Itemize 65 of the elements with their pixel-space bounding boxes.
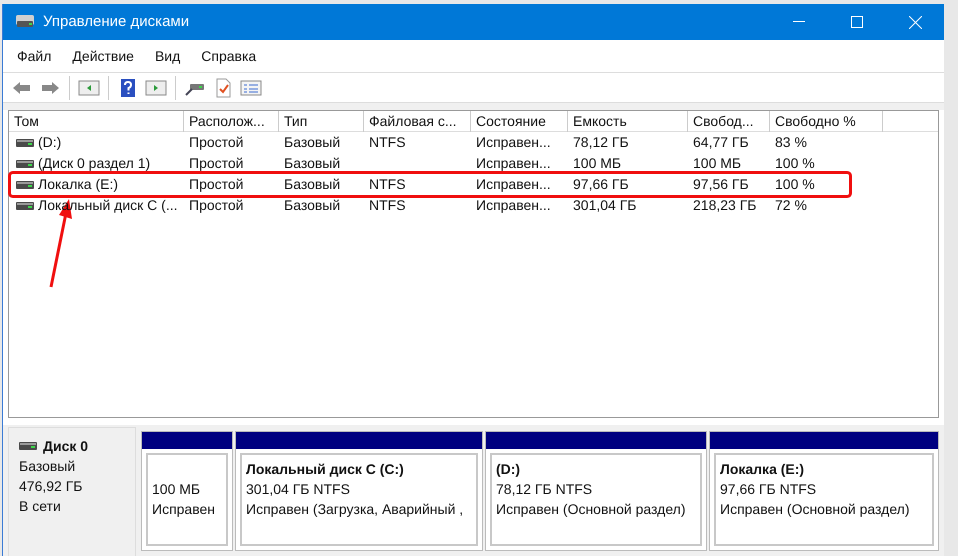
partition-name: Локалка (E:) xyxy=(720,460,806,479)
menu-item[interactable]: Действие xyxy=(72,46,134,66)
table-cell-text: 64,77 ГБ xyxy=(692,133,750,152)
table-cell-text: Простой xyxy=(188,154,244,173)
table-cell-text: 97,66 ГБ xyxy=(572,175,630,194)
table-row[interactable]: (Диск 0 раздел 1) Простой Базовый Исправен... 100 МБ 100 МБ 100 % xyxy=(11,153,849,174)
disk-name: Диск 0 xyxy=(43,437,88,456)
menu-item[interactable]: Справка xyxy=(201,46,256,66)
partition-status: Исправен xyxy=(152,500,216,519)
table-cell-text: 100 % xyxy=(774,175,816,194)
partition-status: Исправен (Основной раздел) xyxy=(496,500,686,519)
table-cell-text: Исправен... xyxy=(475,133,552,152)
table-cell-text: NTFS xyxy=(368,133,407,152)
column-header[interactable]: Свобод... xyxy=(688,111,770,132)
disk-size: 476,92 ГБ xyxy=(19,477,84,496)
table-cell: (D:) xyxy=(11,132,184,153)
column-header[interactable]: Свободно % xyxy=(770,111,883,132)
column-header[interactable]: Тип xyxy=(279,111,364,132)
partition-size: 100 МБ xyxy=(152,480,202,499)
table-cell: (Диск 0 раздел 1) xyxy=(11,153,184,174)
table-row[interactable]: Локалка (E:) Простой Базовый NTFS Исправен... 97,66 ГБ 97,56 ГБ 100 % xyxy=(11,174,849,195)
disk-status: В сети xyxy=(19,497,62,516)
partition-block[interactable]: 100 МБ Исправен xyxy=(141,431,233,551)
column-header[interactable]: Располож... xyxy=(184,111,279,132)
table-cell-text: Базовый xyxy=(283,133,342,152)
table-cell-text: Простой xyxy=(188,175,244,194)
disk-type: Базовый xyxy=(19,457,76,476)
partition-block[interactable]: Локальный диск C (C:) 301,04 ГБ NTFS Исправен (Загрузка, Аварийный , xyxy=(235,431,483,551)
table-cell-text: 83 % xyxy=(774,133,808,152)
table-cell-text: Простой xyxy=(188,133,244,152)
column-header[interactable]: Том xyxy=(9,111,184,132)
table-cell-text: 218,23 ГБ xyxy=(692,196,758,215)
table-cell-text: 97,56 ГБ xyxy=(692,175,750,194)
table-cell-text: Исправен... xyxy=(475,175,552,194)
table-cell-text: Исправен... xyxy=(475,196,552,215)
menu-item[interactable]: Вид xyxy=(154,46,180,66)
partition-size: 78,12 ГБ NTFS xyxy=(496,480,594,499)
window-title: Управление дисками xyxy=(43,12,190,32)
table-cell-text: 78,12 ГБ xyxy=(572,133,630,152)
table-cell-text: Простой xyxy=(188,196,244,215)
table-cell-text: NTFS xyxy=(368,196,407,215)
table-cell-text: NTFS xyxy=(368,175,407,194)
table-cell: Локалка (E:) xyxy=(11,174,184,195)
table-cell-text: 100 МБ xyxy=(692,154,742,173)
partition-block[interactable]: Локалка (E:) 97,66 ГБ NTFS Исправен (Основной раздел) xyxy=(709,431,939,551)
column-header[interactable]: Файловая с... xyxy=(364,111,471,132)
partition-status: Исправен (Загрузка, Аварийный , xyxy=(246,500,464,519)
partition-name: (D:) xyxy=(496,460,522,479)
table-cell-text: Исправен... xyxy=(475,154,552,173)
table-cell-text: Базовый xyxy=(283,175,342,194)
table-cell-text: 100 % xyxy=(774,154,816,173)
table-row[interactable]: (D:) Простой Базовый NTFS Исправен... 78,12 ГБ 64,77 ГБ 83 % xyxy=(11,132,849,153)
partition-name: Локальный диск C (C:) xyxy=(246,460,405,479)
table-cell-text: 301,04 ГБ xyxy=(572,196,638,215)
partition-size: 97,66 ГБ NTFS xyxy=(720,480,818,499)
partition-block[interactable]: (D:) 78,12 ГБ NTFS Исправен (Основной раздел) xyxy=(485,431,707,551)
table-cell-text: 72 % xyxy=(774,196,808,215)
menu-item[interactable]: Файл xyxy=(17,46,52,66)
column-header[interactable]: Емкость xyxy=(568,111,688,132)
table-cell-text: Базовый xyxy=(283,196,342,215)
table-cell-text: 100 МБ xyxy=(572,154,622,173)
table-cell-text: Базовый xyxy=(283,154,342,173)
partition-size: 301,04 ГБ NTFS xyxy=(246,480,351,499)
column-header[interactable]: Состояние xyxy=(471,111,568,132)
partition-status: Исправен (Основной раздел) xyxy=(720,500,910,519)
